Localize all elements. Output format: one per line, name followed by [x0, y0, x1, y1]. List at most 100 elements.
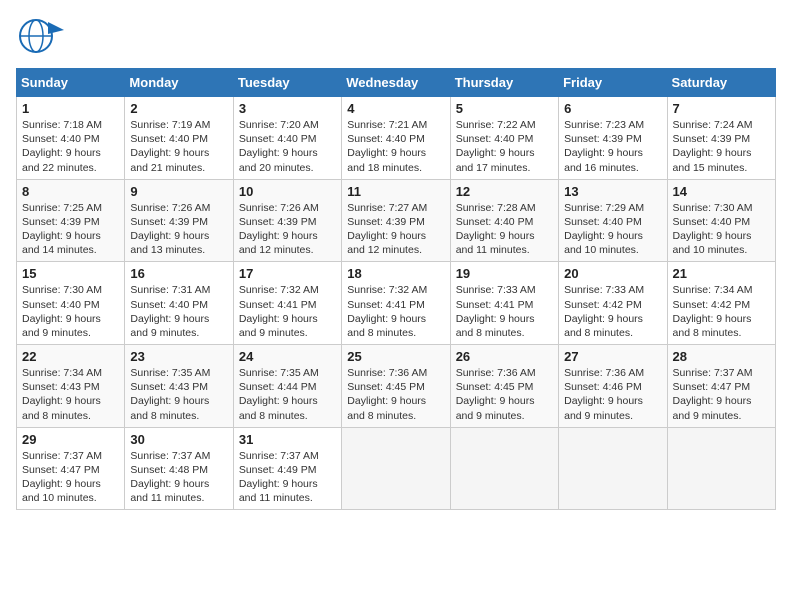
dow-header: Thursday — [450, 69, 558, 97]
day-info: Sunrise: 7:29 AM Sunset: 4:40 PM Dayligh… — [564, 201, 661, 258]
calendar-cell: 27 Sunrise: 7:36 AM Sunset: 4:46 PM Dayl… — [559, 345, 667, 428]
day-info: Sunrise: 7:35 AM Sunset: 4:43 PM Dayligh… — [130, 366, 227, 423]
calendar-cell: 29 Sunrise: 7:37 AM Sunset: 4:47 PM Dayl… — [17, 427, 125, 510]
day-number: 4 — [347, 101, 444, 116]
day-info: Sunrise: 7:37 AM Sunset: 4:47 PM Dayligh… — [22, 449, 119, 506]
calendar-week: 1 Sunrise: 7:18 AM Sunset: 4:40 PM Dayli… — [17, 97, 776, 180]
day-info: Sunrise: 7:24 AM Sunset: 4:39 PM Dayligh… — [673, 118, 770, 175]
day-number: 10 — [239, 184, 336, 199]
day-info: Sunrise: 7:18 AM Sunset: 4:40 PM Dayligh… — [22, 118, 119, 175]
calendar-cell: 14 Sunrise: 7:30 AM Sunset: 4:40 PM Dayl… — [667, 179, 775, 262]
day-info: Sunrise: 7:37 AM Sunset: 4:48 PM Dayligh… — [130, 449, 227, 506]
day-number: 23 — [130, 349, 227, 364]
calendar-cell: 18 Sunrise: 7:32 AM Sunset: 4:41 PM Dayl… — [342, 262, 450, 345]
calendar-cell: 1 Sunrise: 7:18 AM Sunset: 4:40 PM Dayli… — [17, 97, 125, 180]
dow-header: Wednesday — [342, 69, 450, 97]
calendar-cell: 31 Sunrise: 7:37 AM Sunset: 4:49 PM Dayl… — [233, 427, 341, 510]
day-number: 21 — [673, 266, 770, 281]
calendar-cell — [450, 427, 558, 510]
day-number: 24 — [239, 349, 336, 364]
logo-icon — [16, 16, 66, 56]
day-number: 7 — [673, 101, 770, 116]
calendar-cell: 7 Sunrise: 7:24 AM Sunset: 4:39 PM Dayli… — [667, 97, 775, 180]
day-number: 15 — [22, 266, 119, 281]
calendar-cell: 17 Sunrise: 7:32 AM Sunset: 4:41 PM Dayl… — [233, 262, 341, 345]
calendar-cell: 16 Sunrise: 7:31 AM Sunset: 4:40 PM Dayl… — [125, 262, 233, 345]
calendar-cell: 20 Sunrise: 7:33 AM Sunset: 4:42 PM Dayl… — [559, 262, 667, 345]
day-number: 14 — [673, 184, 770, 199]
day-info: Sunrise: 7:37 AM Sunset: 4:49 PM Dayligh… — [239, 449, 336, 506]
day-number: 8 — [22, 184, 119, 199]
day-number: 28 — [673, 349, 770, 364]
dow-header: Friday — [559, 69, 667, 97]
calendar-cell: 26 Sunrise: 7:36 AM Sunset: 4:45 PM Dayl… — [450, 345, 558, 428]
day-info: Sunrise: 7:33 AM Sunset: 4:42 PM Dayligh… — [564, 283, 661, 340]
calendar: SundayMondayTuesdayWednesdayThursdayFrid… — [16, 68, 776, 510]
day-number: 13 — [564, 184, 661, 199]
day-number: 26 — [456, 349, 553, 364]
day-info: Sunrise: 7:26 AM Sunset: 4:39 PM Dayligh… — [239, 201, 336, 258]
dow-header: Saturday — [667, 69, 775, 97]
day-info: Sunrise: 7:21 AM Sunset: 4:40 PM Dayligh… — [347, 118, 444, 175]
calendar-cell: 25 Sunrise: 7:36 AM Sunset: 4:45 PM Dayl… — [342, 345, 450, 428]
day-info: Sunrise: 7:20 AM Sunset: 4:40 PM Dayligh… — [239, 118, 336, 175]
logo — [16, 16, 70, 56]
day-info: Sunrise: 7:34 AM Sunset: 4:43 PM Dayligh… — [22, 366, 119, 423]
day-number: 9 — [130, 184, 227, 199]
calendar-cell: 2 Sunrise: 7:19 AM Sunset: 4:40 PM Dayli… — [125, 97, 233, 180]
day-info: Sunrise: 7:32 AM Sunset: 4:41 PM Dayligh… — [239, 283, 336, 340]
day-number: 31 — [239, 432, 336, 447]
calendar-body: 1 Sunrise: 7:18 AM Sunset: 4:40 PM Dayli… — [17, 97, 776, 510]
day-number: 20 — [564, 266, 661, 281]
calendar-week: 29 Sunrise: 7:37 AM Sunset: 4:47 PM Dayl… — [17, 427, 776, 510]
day-info: Sunrise: 7:26 AM Sunset: 4:39 PM Dayligh… — [130, 201, 227, 258]
dow-header: Sunday — [17, 69, 125, 97]
day-number: 25 — [347, 349, 444, 364]
page-header — [16, 16, 776, 56]
day-number: 18 — [347, 266, 444, 281]
calendar-cell: 15 Sunrise: 7:30 AM Sunset: 4:40 PM Dayl… — [17, 262, 125, 345]
day-number: 29 — [22, 432, 119, 447]
calendar-cell: 12 Sunrise: 7:28 AM Sunset: 4:40 PM Dayl… — [450, 179, 558, 262]
calendar-cell: 11 Sunrise: 7:27 AM Sunset: 4:39 PM Dayl… — [342, 179, 450, 262]
day-info: Sunrise: 7:36 AM Sunset: 4:45 PM Dayligh… — [347, 366, 444, 423]
day-info: Sunrise: 7:31 AM Sunset: 4:40 PM Dayligh… — [130, 283, 227, 340]
calendar-week: 15 Sunrise: 7:30 AM Sunset: 4:40 PM Dayl… — [17, 262, 776, 345]
day-info: Sunrise: 7:25 AM Sunset: 4:39 PM Dayligh… — [22, 201, 119, 258]
day-info: Sunrise: 7:30 AM Sunset: 4:40 PM Dayligh… — [673, 201, 770, 258]
calendar-cell: 19 Sunrise: 7:33 AM Sunset: 4:41 PM Dayl… — [450, 262, 558, 345]
day-info: Sunrise: 7:36 AM Sunset: 4:46 PM Dayligh… — [564, 366, 661, 423]
calendar-week: 8 Sunrise: 7:25 AM Sunset: 4:39 PM Dayli… — [17, 179, 776, 262]
day-number: 1 — [22, 101, 119, 116]
calendar-cell: 8 Sunrise: 7:25 AM Sunset: 4:39 PM Dayli… — [17, 179, 125, 262]
day-number: 5 — [456, 101, 553, 116]
calendar-cell: 3 Sunrise: 7:20 AM Sunset: 4:40 PM Dayli… — [233, 97, 341, 180]
day-number: 11 — [347, 184, 444, 199]
calendar-cell: 10 Sunrise: 7:26 AM Sunset: 4:39 PM Dayl… — [233, 179, 341, 262]
calendar-cell: 30 Sunrise: 7:37 AM Sunset: 4:48 PM Dayl… — [125, 427, 233, 510]
calendar-week: 22 Sunrise: 7:34 AM Sunset: 4:43 PM Dayl… — [17, 345, 776, 428]
day-info: Sunrise: 7:23 AM Sunset: 4:39 PM Dayligh… — [564, 118, 661, 175]
day-number: 2 — [130, 101, 227, 116]
day-info: Sunrise: 7:28 AM Sunset: 4:40 PM Dayligh… — [456, 201, 553, 258]
calendar-cell: 21 Sunrise: 7:34 AM Sunset: 4:42 PM Dayl… — [667, 262, 775, 345]
day-number: 3 — [239, 101, 336, 116]
day-number: 16 — [130, 266, 227, 281]
day-info: Sunrise: 7:19 AM Sunset: 4:40 PM Dayligh… — [130, 118, 227, 175]
dow-header: Monday — [125, 69, 233, 97]
calendar-cell: 6 Sunrise: 7:23 AM Sunset: 4:39 PM Dayli… — [559, 97, 667, 180]
day-number: 27 — [564, 349, 661, 364]
day-number: 22 — [22, 349, 119, 364]
day-info: Sunrise: 7:33 AM Sunset: 4:41 PM Dayligh… — [456, 283, 553, 340]
calendar-cell: 5 Sunrise: 7:22 AM Sunset: 4:40 PM Dayli… — [450, 97, 558, 180]
calendar-cell: 4 Sunrise: 7:21 AM Sunset: 4:40 PM Dayli… — [342, 97, 450, 180]
dow-header: Tuesday — [233, 69, 341, 97]
calendar-cell: 9 Sunrise: 7:26 AM Sunset: 4:39 PM Dayli… — [125, 179, 233, 262]
day-info: Sunrise: 7:37 AM Sunset: 4:47 PM Dayligh… — [673, 366, 770, 423]
day-number: 30 — [130, 432, 227, 447]
day-info: Sunrise: 7:27 AM Sunset: 4:39 PM Dayligh… — [347, 201, 444, 258]
calendar-cell — [667, 427, 775, 510]
day-of-week-row: SundayMondayTuesdayWednesdayThursdayFrid… — [17, 69, 776, 97]
day-number: 19 — [456, 266, 553, 281]
day-info: Sunrise: 7:22 AM Sunset: 4:40 PM Dayligh… — [456, 118, 553, 175]
